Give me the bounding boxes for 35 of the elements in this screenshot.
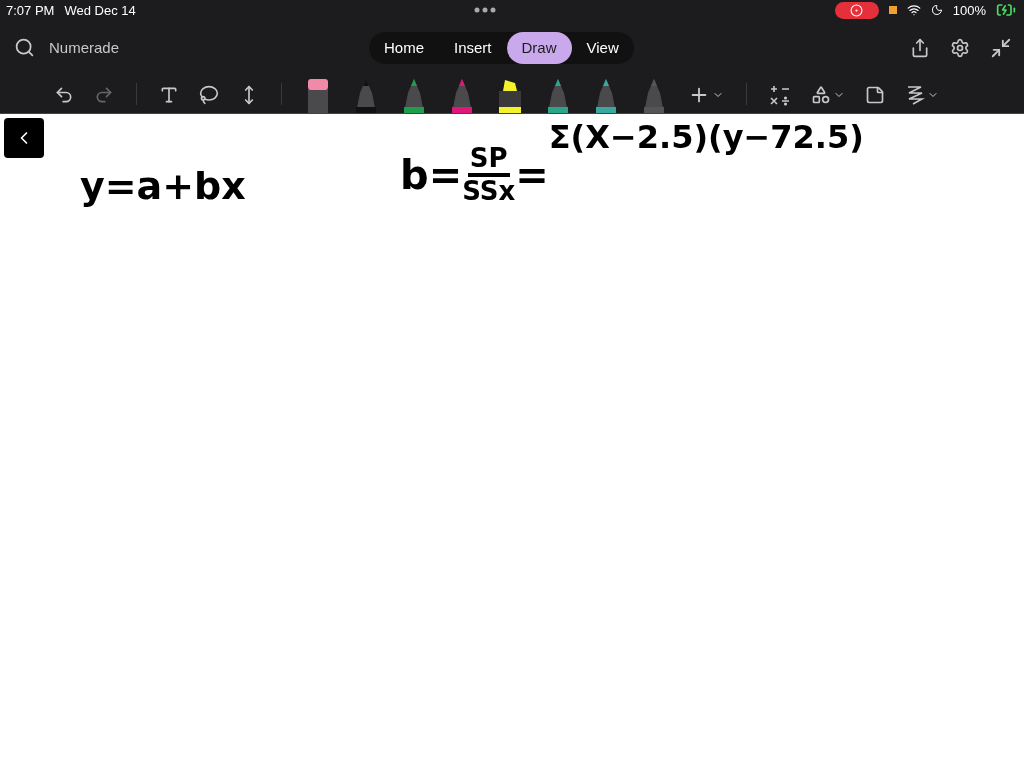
ribbon-tab[interactable]: Draw [506, 31, 572, 64]
redo-icon [94, 85, 114, 105]
handwritten-equation: y=a+bx [80, 164, 246, 208]
share-button[interactable] [910, 37, 930, 58]
ribbon-tab[interactable]: Insert [439, 31, 507, 64]
status-time: 7:07 PM [6, 2, 55, 18]
minimize-button[interactable] [990, 36, 1012, 59]
handwritten-text: = [515, 151, 549, 198]
multitasking-dots-icon[interactable] [474, 7, 497, 13]
recording-indicator [834, 1, 879, 19]
minimize-icon [990, 36, 1012, 59]
search-icon[interactable] [14, 37, 35, 58]
ribbon-tab[interactable]: Home [369, 31, 439, 64]
undo-icon [54, 85, 74, 105]
handwritten-expression: Σ(X−2.5)(y−72.5) [548, 118, 864, 156]
privacy-indicator-icon [888, 6, 897, 14]
status-date: Wed Dec 14 [64, 2, 136, 18]
sticky-note-icon [865, 85, 885, 105]
wifi-icon [906, 3, 921, 17]
settings-icon [950, 37, 970, 58]
document-title: Numerade [49, 39, 121, 56]
text-icon [159, 85, 179, 105]
shapes-icon [811, 85, 831, 105]
share-icon [910, 37, 930, 58]
handwritten-denominator: SSx [462, 176, 516, 206]
settings-button[interactable] [950, 37, 970, 58]
moon-icon [930, 4, 943, 16]
ribbon-tab[interactable]: View [571, 31, 634, 64]
handwritten-numerator: SP [467, 144, 510, 177]
handwritten-text: b= [400, 151, 463, 198]
math-operators-icon [769, 84, 791, 106]
lasso-icon [199, 85, 219, 105]
battery-percent: 100% [952, 2, 986, 18]
squiggle-icon [905, 84, 925, 106]
back-button[interactable] [4, 118, 44, 158]
